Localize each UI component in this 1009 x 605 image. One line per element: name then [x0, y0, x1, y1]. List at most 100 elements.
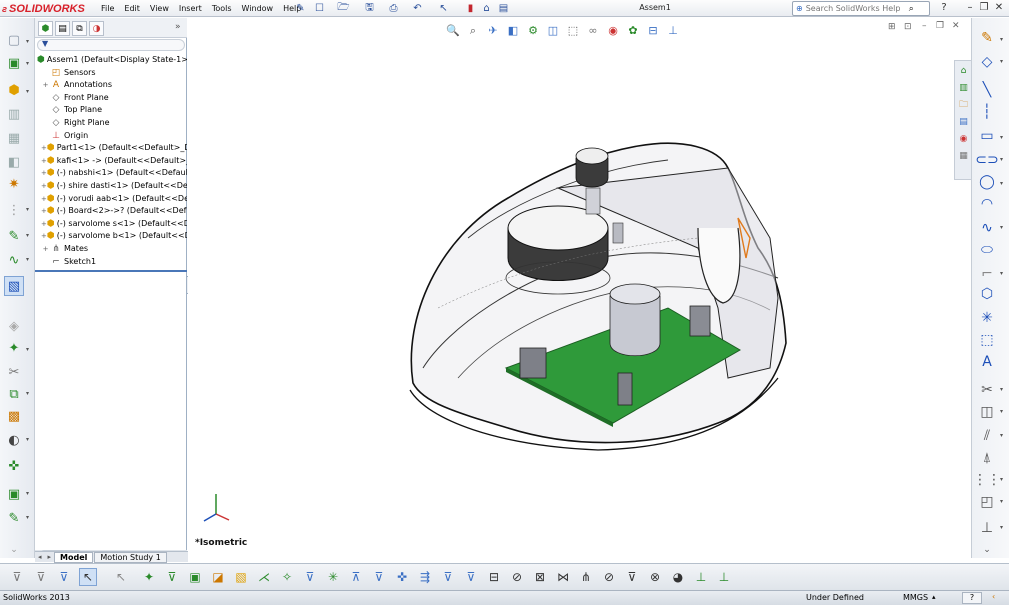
menu-window[interactable]: Window — [237, 2, 279, 15]
select-other-icon[interactable]: ↖ — [112, 568, 130, 586]
bill-of-materials-icon[interactable]: ▧ — [4, 276, 24, 296]
filter-edges-icon[interactable]: ⊽ — [163, 568, 181, 586]
rollback-bar[interactable] — [35, 270, 187, 272]
tree-item[interactable]: ◰ Sensors — [35, 67, 187, 80]
fillet-icon[interactable]: ⌐ — [977, 264, 997, 284]
filter-cosmetic-threads-icon[interactable]: ⊠ — [531, 568, 549, 586]
filter-vertices-icon[interactable]: ✦ — [140, 568, 158, 586]
trim-entities-icon[interactable]: ✂ — [977, 380, 997, 400]
linear-sketch-pattern-icon[interactable]: ⋮⋮ — [973, 470, 1001, 490]
filter-axes-icon[interactable]: ⋌ — [255, 568, 273, 586]
rebuild-icon[interactable]: ▮ — [463, 1, 478, 16]
tab-model[interactable]: Model — [54, 551, 94, 563]
assembly-features-icon[interactable]: ⋮ — [4, 200, 24, 220]
dropdown-arrow-icon[interactable]: ▾ — [1000, 180, 1003, 187]
apply-scene-icon[interactable]: ✿ — [624, 22, 642, 39]
mirror-entities-icon[interactable]: ⍋ — [977, 448, 997, 468]
menu-file[interactable]: File — [96, 2, 119, 15]
filter-geometric-tolerances-icon[interactable]: ⊽ — [439, 568, 457, 586]
tree-filter[interactable]: ▼ — [37, 39, 185, 51]
viewport-restore-icon[interactable]: ❐ — [936, 21, 944, 31]
assembly-3d-model[interactable] — [398, 128, 798, 458]
filter-end-points-icon[interactable]: ⊥ — [715, 568, 733, 586]
view-palette-icon[interactable]: ▤ — [956, 114, 971, 129]
dropdown-arrow-icon[interactable]: ▾ — [1000, 498, 1003, 505]
filter-planes-icon[interactable]: ✧ — [278, 568, 296, 586]
tree-expand-icon[interactable]: + — [41, 243, 50, 256]
smart-fasteners-icon[interactable]: ▦ — [4, 128, 24, 148]
move-entities-icon[interactable]: ◰ — [977, 492, 997, 512]
viewport-tile-icon[interactable]: ⊡ — [904, 22, 912, 32]
tree-item[interactable]: + ⬢ (-) shire dasti<1> (Default<<Def — [35, 180, 187, 193]
interference-detection-icon[interactable]: ✂ — [4, 362, 24, 382]
view-orientation-icon[interactable]: ◫ — [544, 22, 562, 39]
exploded-view-icon[interactable]: ◈ — [4, 316, 24, 336]
toggle-filter-icon[interactable]: ⊽ — [8, 568, 26, 586]
dropdown-arrow-icon[interactable]: ▾ — [1000, 524, 1003, 531]
sketch-icon[interactable]: ✎ — [977, 28, 997, 48]
mass-properties-icon[interactable]: ✜ — [4, 456, 24, 476]
tree-item[interactable]: ◇ Top Plane — [35, 104, 187, 117]
dropdown-arrow-icon[interactable]: ▾ — [26, 38, 29, 45]
save-icon[interactable]: 🖫 — [362, 1, 377, 16]
dropdown-arrow-icon[interactable]: ▾ — [1000, 386, 1003, 393]
tab-property-manager-icon[interactable]: ▤ — [55, 21, 70, 36]
tab-configuration-manager-icon[interactable]: ⧉ — [72, 21, 87, 36]
tab-motion-study[interactable]: Motion Study 1 — [94, 551, 167, 563]
tree-item[interactable]: + ⬢ (-) nabshi<1> (Default<<Default — [35, 167, 187, 180]
filter-mates-icon[interactable]: ◕ — [669, 568, 687, 586]
view-settings-icon[interactable]: ⊟ — [644, 22, 662, 39]
zoom-to-fit-icon[interactable]: 🔍 — [444, 22, 462, 39]
select-all-filters-icon[interactable]: ⊽ — [55, 568, 73, 586]
filter-routing-points-icon[interactable]: ⊽ — [623, 568, 641, 586]
circle-icon[interactable]: ◯ — [977, 172, 997, 192]
filter-weld-symbols-icon[interactable]: ⊟ — [485, 568, 503, 586]
ellipse-icon[interactable]: ⬭ — [977, 240, 997, 260]
tree-item[interactable]: ⌐ Sketch1 — [35, 256, 187, 269]
menu-tools[interactable]: Tools — [207, 2, 237, 15]
tree-item[interactable]: + ⋔ Mates — [35, 243, 187, 256]
linear-pattern-icon[interactable]: ▥ — [4, 104, 24, 124]
dropdown-arrow-icon[interactable]: ▾ — [1000, 476, 1003, 483]
filter-blocks-icon[interactable]: ⋈ — [554, 568, 572, 586]
explode-line-icon[interactable]: ✦ — [4, 338, 24, 358]
instant3d-icon[interactable]: ▣ — [4, 484, 24, 504]
insert-components-icon[interactable]: ▢ — [4, 30, 24, 50]
filter-sketch-segments-icon[interactable]: ⊽ — [301, 568, 319, 586]
hide-show-items-icon[interactable]: ∞ — [584, 22, 602, 39]
select-pointer-icon[interactable]: ↖ — [79, 568, 97, 586]
component-preview-icon[interactable]: ⬢ — [4, 80, 24, 100]
undo-icon[interactable]: ↶ — [410, 1, 425, 16]
point-icon[interactable]: ✳ — [977, 308, 997, 328]
section-view-icon[interactable]: ◧ — [504, 22, 522, 39]
rectangle-icon[interactable]: ▭ — [977, 126, 997, 146]
filter-surface-bodies-icon[interactable]: ◪ — [209, 568, 227, 586]
move-component-icon[interactable]: ◧ — [4, 152, 24, 172]
dropdown-arrow-icon[interactable]: ▾ — [26, 60, 29, 67]
filter-dowel-pins-icon[interactable]: ⋔ — [577, 568, 595, 586]
filter-silhouette-edges-icon[interactable]: ⊥ — [692, 568, 710, 586]
smart-dimension-icon[interactable]: ◇ — [977, 52, 997, 72]
graphics-area[interactable]: 🔍 ⌕ ✈ ◧ ⚙ ◫ ⬚ ∞ ◉ ✿ ⊟ ⊥ ⊞ ⊡ – ❐ ✕ *Isome… — [188, 18, 970, 558]
expand-panel-icon[interactable]: » — [175, 22, 181, 32]
file-explorer-icon[interactable]: 🗀 — [956, 97, 971, 112]
search-box[interactable]: ⊕ ⌕ — [792, 1, 930, 16]
display-style-icon[interactable]: ⬚ — [564, 22, 582, 39]
triad-icon[interactable]: ⊥ — [664, 22, 682, 39]
tree-item[interactable]: ⊥ Origin — [35, 130, 187, 143]
minimize-icon[interactable]: – — [964, 1, 976, 15]
dropdown-arrow-icon[interactable]: ▾ — [26, 88, 29, 95]
dropdown-arrow-icon[interactable]: ▾ — [1000, 156, 1003, 163]
status-units[interactable]: MMGS — [903, 593, 928, 602]
status-rebuild-icon[interactable]: ‹ — [992, 592, 995, 601]
dropdown-arrow-icon[interactable]: ▾ — [26, 490, 29, 497]
dropdown-arrow-icon[interactable]: ▾ — [26, 390, 29, 397]
menu-view[interactable]: View — [145, 2, 174, 15]
dropdown-arrow-icon[interactable]: ▾ — [26, 436, 29, 443]
restore-icon[interactable]: ❐ — [978, 1, 990, 15]
filter-surface-finish-icon[interactable]: ⇶ — [416, 568, 434, 586]
centerline-icon[interactable]: ┆ — [977, 102, 997, 122]
show-hidden-icon[interactable]: ✷ — [4, 174, 24, 194]
expand-chevron-icon[interactable]: ⌄ — [4, 540, 24, 560]
dropdown-arrow-icon[interactable]: ▾ — [1000, 408, 1003, 415]
